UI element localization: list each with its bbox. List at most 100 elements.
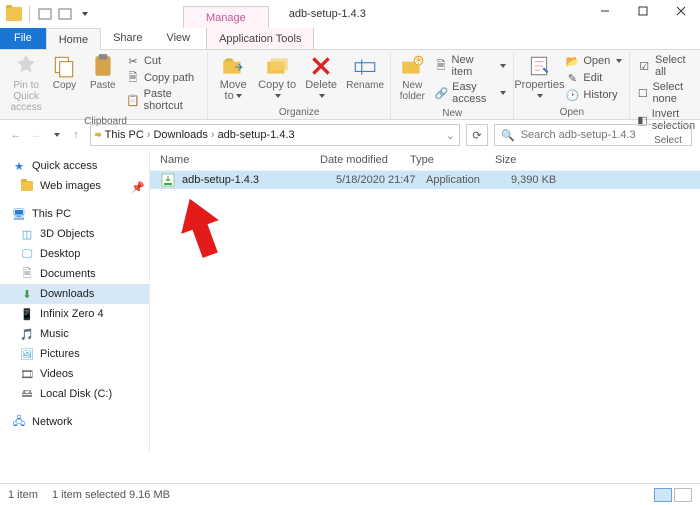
- open-label: Open: [583, 55, 610, 67]
- pin-to-quick-access-button[interactable]: Pin to Quick access: [8, 52, 44, 115]
- paste-shortcut-button[interactable]: 📋Paste shortcut: [123, 87, 203, 113]
- col-name[interactable]: Name: [160, 154, 320, 166]
- paste-icon: [90, 54, 116, 78]
- crumb-thispc[interactable]: This PC: [105, 129, 144, 141]
- navigation-pane: ★Quick access Web images📌 🖥This PC ◫3D O…: [0, 150, 150, 452]
- sidebar-label: Documents: [40, 268, 96, 280]
- qat-dropdown[interactable]: [77, 6, 93, 22]
- easy-access-button[interactable]: 🔗Easy access: [431, 80, 509, 106]
- thumbnails-view-button[interactable]: [674, 488, 692, 502]
- sidebar-this-pc[interactable]: 🖥This PC: [0, 204, 149, 224]
- col-type[interactable]: Type: [410, 154, 495, 166]
- sidebar-item-pictures[interactable]: 🖼 Pictures: [0, 344, 149, 364]
- copy-to-button[interactable]: Copy to: [256, 52, 298, 104]
- documents-icon: 🗎: [20, 267, 34, 281]
- cut-label: Cut: [144, 55, 161, 67]
- new-item-button[interactable]: 🗎New item: [431, 53, 509, 79]
- qat-item[interactable]: [37, 6, 53, 22]
- crumb-leaf[interactable]: adb-setup-1.4.3: [218, 129, 295, 141]
- sidebar-label: Pictures: [40, 348, 80, 360]
- sidebar-item-music[interactable]: 🎵Music: [0, 324, 149, 344]
- properties-label: Properties: [514, 79, 564, 91]
- minimize-button[interactable]: [586, 0, 624, 22]
- close-button[interactable]: [662, 0, 700, 22]
- folder-icon: [6, 6, 22, 22]
- crumb-downloads[interactable]: Downloads: [153, 129, 207, 141]
- application-tools-tab[interactable]: Application Tools: [206, 27, 314, 49]
- forward-button[interactable]: →: [28, 127, 44, 143]
- ribbon-tabs: File Home Share View Application Tools: [0, 28, 700, 50]
- file-tab[interactable]: File: [0, 27, 46, 49]
- rename-button[interactable]: Rename: [344, 52, 386, 93]
- sidebar-label: Music: [40, 328, 69, 340]
- sidebar-item-local-disk[interactable]: 🖴Local Disk (C:): [0, 384, 149, 404]
- title-context-tab: Manage: [183, 6, 269, 28]
- copyto-label: Copy to: [258, 79, 296, 91]
- select-all-button[interactable]: ☑Select all: [634, 53, 700, 79]
- group-label: New: [395, 107, 509, 120]
- file-name: adb-setup-1.4.3: [182, 174, 336, 186]
- sidebar-item-infinix[interactable]: 📱 Infinix Zero 4: [0, 304, 149, 324]
- qat-item[interactable]: [57, 6, 73, 22]
- addr-dropdown[interactable]: ⌄: [446, 129, 455, 142]
- history-label: History: [583, 89, 617, 101]
- pin-icon: 📌: [131, 181, 141, 191]
- file-pane: Name Date modified Type Size adb-setup-1…: [150, 150, 700, 452]
- history-button[interactable]: 🕑History: [562, 87, 625, 103]
- selectall-label: Select all: [655, 54, 699, 78]
- sidebar-web-images[interactable]: Web images📌: [0, 176, 149, 196]
- copy-button[interactable]: Copy: [46, 52, 82, 93]
- search-box[interactable]: 🔍: [494, 124, 692, 146]
- moveto-icon: [220, 54, 246, 78]
- col-size[interactable]: Size: [495, 154, 690, 166]
- edit-icon: ✎: [565, 71, 579, 85]
- details-view-button[interactable]: [654, 488, 672, 502]
- edit-label: Edit: [583, 72, 602, 84]
- delete-button[interactable]: Delete: [300, 52, 342, 104]
- maximize-button[interactable]: [624, 0, 662, 22]
- recent-dropdown[interactable]: [48, 127, 64, 143]
- new-folder-button[interactable]: ✳ New folder: [395, 52, 429, 104]
- paste-button[interactable]: Paste: [85, 52, 121, 93]
- sidebar-item-documents[interactable]: 🗎 Documents: [0, 264, 149, 284]
- search-input[interactable]: [521, 129, 685, 141]
- phone-icon: 📱: [20, 307, 34, 321]
- file-row[interactable]: adb-setup-1.4.3 5/18/2020 21:47 Applicat…: [150, 171, 700, 189]
- network-icon: 🖧: [12, 415, 26, 429]
- move-to-button[interactable]: Move to: [212, 52, 254, 104]
- downloads-icon: ⬇: [20, 287, 34, 301]
- refresh-button[interactable]: ⟳: [466, 124, 488, 146]
- sidebar-quick-access[interactable]: ★Quick access: [0, 156, 149, 176]
- up-button[interactable]: ↑: [68, 127, 84, 143]
- status-bar: 1 item 1 item selected 9.16 MB: [0, 483, 700, 505]
- newitem-label: New item: [452, 54, 495, 78]
- edit-button[interactable]: ✎ Edit: [562, 70, 625, 86]
- sidebar-item-3d-objects[interactable]: ◫3D Objects: [0, 224, 149, 244]
- cut-button[interactable]: ✂Cut: [123, 53, 203, 69]
- folder-icon: [20, 179, 34, 193]
- open-button[interactable]: 📂Open: [562, 53, 625, 69]
- properties-button[interactable]: Properties: [518, 52, 560, 104]
- copy-path-button[interactable]: 🗎Copy path: [123, 70, 203, 86]
- status-item-count: 1 item: [8, 489, 38, 501]
- pictures-icon: 🖼: [20, 347, 34, 361]
- sidebar-label: Infinix Zero 4: [40, 308, 104, 320]
- share-tab[interactable]: Share: [101, 27, 154, 49]
- column-headers[interactable]: Name Date modified Type Size: [150, 150, 700, 171]
- cube-icon: ◫: [20, 227, 34, 241]
- col-date[interactable]: Date modified: [320, 154, 410, 166]
- sidebar-item-desktop[interactable]: 🖵Desktop: [0, 244, 149, 264]
- address-bar-row: ← → ↑ › This PC › Downloads › adb-setup-…: [0, 120, 700, 150]
- select-none-button[interactable]: ☐Select none: [634, 80, 700, 106]
- delete-label: Delete: [305, 79, 337, 91]
- file-date: 5/18/2020 21:47: [336, 174, 426, 186]
- sidebar-item-videos[interactable]: 🎞Videos: [0, 364, 149, 384]
- view-tab[interactable]: View: [154, 27, 202, 49]
- breadcrumb[interactable]: › This PC › Downloads › adb-setup-1.4.3 …: [90, 124, 460, 146]
- sidebar-network[interactable]: 🖧Network: [0, 412, 149, 432]
- sidebar-item-downloads[interactable]: ⬇Downloads: [0, 284, 149, 304]
- back-button[interactable]: ←: [8, 127, 24, 143]
- status-selection: 1 item selected 9.16 MB: [52, 489, 170, 501]
- home-tab[interactable]: Home: [46, 28, 101, 50]
- copyto-icon: [264, 54, 290, 78]
